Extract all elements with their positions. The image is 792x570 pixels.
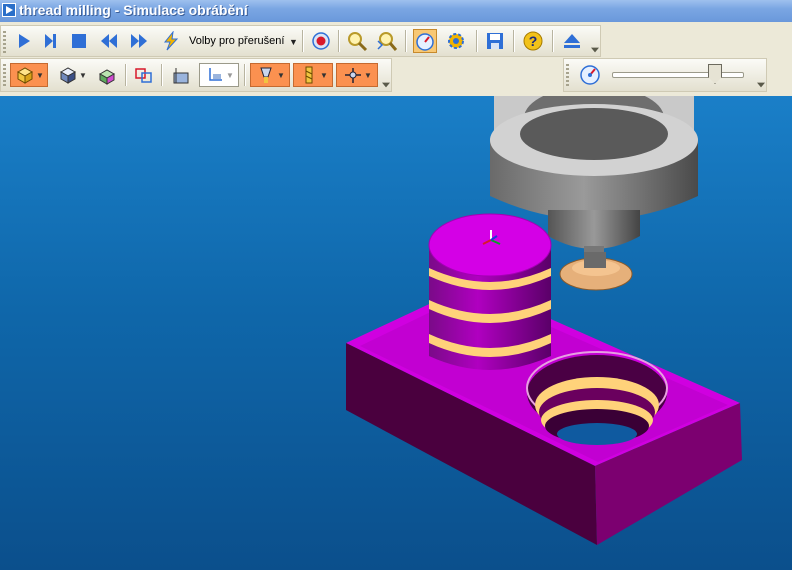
chevron-down-icon[interactable]: ▼ <box>289 37 298 47</box>
cutter-icon <box>305 66 313 84</box>
chevron-down-icon[interactable]: ▼ <box>277 71 285 80</box>
stop-icon <box>72 34 86 48</box>
interrupt-options-icon-button[interactable] <box>159 29 183 53</box>
svg-text:?: ? <box>529 33 538 49</box>
toolbar-options-chevron[interactable] <box>591 47 599 53</box>
separator <box>552 30 554 52</box>
toolbar-grip[interactable] <box>3 64 6 86</box>
chevron-down-icon[interactable]: ▼ <box>79 71 87 80</box>
rewind-button[interactable] <box>97 29 121 53</box>
separator <box>244 64 246 86</box>
view-toolbar: ▼ ▼ ▼ ▼ ▼ ▼ <box>0 58 392 92</box>
part-view-button[interactable] <box>95 63 119 87</box>
floppy-icon <box>487 33 503 49</box>
stock-view-button[interactable]: ▼ <box>54 63 90 87</box>
speed-slider-track[interactable] <box>612 72 744 78</box>
step-icon <box>45 34 56 48</box>
interrupt-options-button[interactable]: Volby pro přerušení <box>189 35 284 47</box>
workplane-button[interactable]: ▼ <box>199 63 239 87</box>
compare-icon <box>135 68 152 83</box>
machining-scene <box>346 96 742 545</box>
gear-icon <box>448 33 464 49</box>
workplane-icon <box>209 68 223 81</box>
help-icon: ? <box>523 31 543 51</box>
part-icon <box>98 69 116 85</box>
help-button[interactable]: ? <box>521 29 545 53</box>
section-icon <box>173 68 189 84</box>
fast-forward-button[interactable] <box>127 29 151 53</box>
speed-button[interactable] <box>578 63 602 87</box>
separator <box>302 30 304 52</box>
workpiece <box>346 213 742 545</box>
play-button[interactable] <box>11 29 35 53</box>
speedometer-icon <box>580 65 600 85</box>
toolbar-grip[interactable] <box>566 64 569 86</box>
title-bar: thread milling - Simulace obrábění <box>0 0 792 22</box>
record-icon <box>312 32 330 50</box>
window-title: thread milling - Simulace obrábění <box>19 2 248 18</box>
axis-display-button[interactable]: ▼ <box>336 63 378 87</box>
solid-view-button[interactable]: ▼ <box>10 63 48 87</box>
stop-button[interactable] <box>67 29 91 53</box>
rewind-icon <box>101 34 117 48</box>
zoom-step-button[interactable] <box>375 29 399 53</box>
chevron-down-icon[interactable]: ▼ <box>36 71 44 80</box>
toolbar-options-chevron[interactable] <box>382 82 390 88</box>
record-button[interactable] <box>309 29 333 53</box>
toolbar-grip[interactable] <box>3 31 6 53</box>
zoom-button[interactable] <box>345 29 369 53</box>
simulation-viewport[interactable] <box>0 96 792 570</box>
simulation-toolbar: Volby pro přerušení ▼ ? <box>0 25 601 57</box>
gauge-icon <box>416 33 434 51</box>
settings-button[interactable] <box>444 29 468 53</box>
cube-icon <box>17 67 34 84</box>
chevron-down-icon[interactable]: ▼ <box>320 71 328 80</box>
separator <box>125 64 127 86</box>
separator <box>513 30 515 52</box>
separator <box>161 64 163 86</box>
section-view-button[interactable] <box>169 63 193 87</box>
toolpath-display-button[interactable]: ▼ <box>293 63 333 87</box>
chevron-down-icon[interactable]: ▼ <box>364 71 372 80</box>
magnifier-icon <box>348 32 368 52</box>
magnifier-arrows-icon <box>377 32 398 51</box>
tool-holder-icon <box>260 67 272 83</box>
stock-cube-icon <box>60 67 77 84</box>
chevron-down-icon[interactable]: ▼ <box>226 71 234 80</box>
separator <box>476 30 478 52</box>
axes-icon <box>345 68 362 83</box>
step-button[interactable] <box>38 29 62 53</box>
separator <box>338 30 340 52</box>
save-button[interactable] <box>483 29 507 53</box>
eject-button[interactable] <box>560 29 584 53</box>
app-icon <box>2 3 16 17</box>
separator <box>405 30 407 52</box>
fast-forward-icon <box>131 34 147 48</box>
comparison-button[interactable] <box>132 63 156 87</box>
lightning-icon <box>163 31 179 51</box>
tool-display-button[interactable]: ▼ <box>250 63 290 87</box>
toolbar-options-chevron[interactable] <box>757 82 765 88</box>
eject-icon <box>564 34 580 48</box>
display-settings-button[interactable] <box>413 29 437 53</box>
play-icon <box>19 34 30 48</box>
